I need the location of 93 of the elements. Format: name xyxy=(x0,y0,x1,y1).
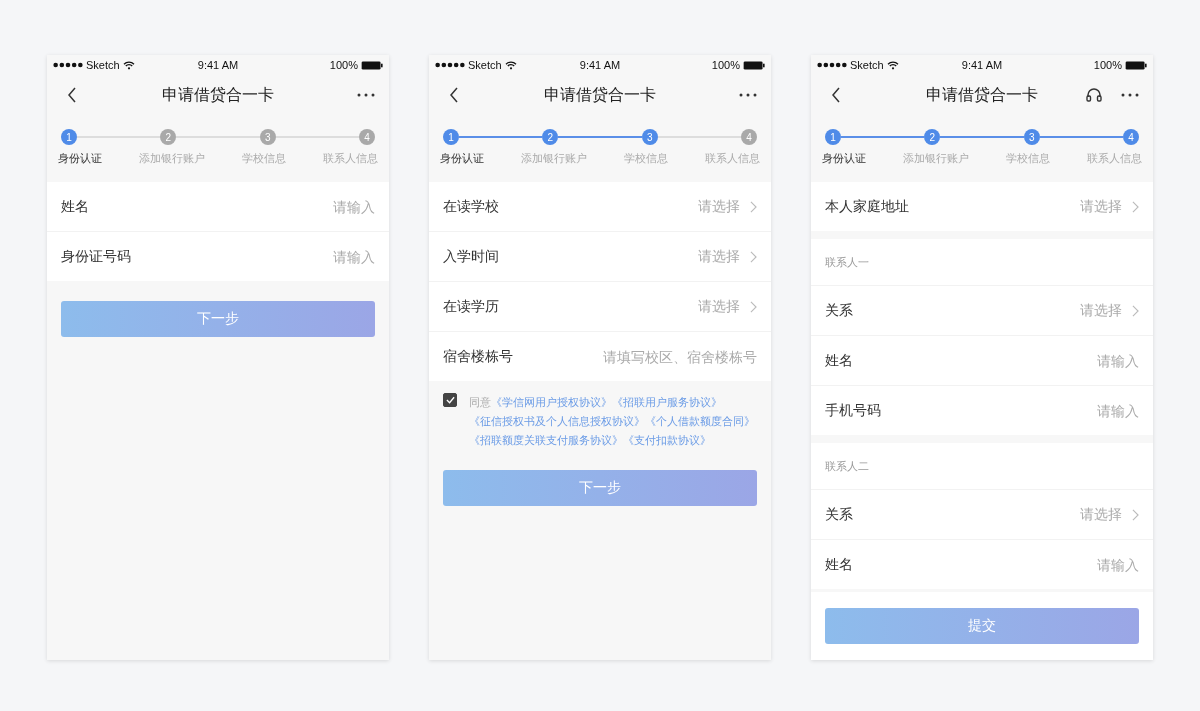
signal-icon xyxy=(435,62,465,68)
step-label: 身份认证 xyxy=(440,151,484,166)
step-number: 2 xyxy=(542,129,559,145)
step-label: 添加银行账户 xyxy=(139,151,205,166)
agreement-link[interactable]: 《支付扣款协议》 xyxy=(623,434,711,446)
step-label: 学校信息 xyxy=(624,151,668,166)
field-label: 在读学校 xyxy=(443,197,499,216)
agreement-link[interactable]: 《学信网用户授权协议》 xyxy=(491,396,612,408)
select-field[interactable]: 请选择 xyxy=(1080,505,1139,524)
select-field[interactable]: 请选择 xyxy=(698,247,757,266)
step-label: 学校信息 xyxy=(1006,151,1050,166)
field-label: 入学时间 xyxy=(443,247,499,266)
wifi-icon xyxy=(886,60,899,70)
step-label: 添加银行账户 xyxy=(521,151,587,166)
battery-icon xyxy=(1125,60,1147,70)
battery-icon xyxy=(743,60,765,70)
carrier-text: Sketch xyxy=(850,59,884,71)
step-number: 2 xyxy=(160,129,177,145)
page-title: 申请借贷合一卡 xyxy=(544,84,656,105)
input-field[interactable]: 请输入 xyxy=(949,556,1139,573)
signal-icon xyxy=(53,62,83,68)
field-label: 本人家庭地址 xyxy=(825,197,909,216)
step-number: 2 xyxy=(924,129,941,145)
step-number: 4 xyxy=(1123,129,1139,145)
section-header: 联系人一 xyxy=(811,239,1153,286)
step-label: 身份认证 xyxy=(58,151,102,166)
headset-icon[interactable] xyxy=(1085,86,1103,104)
step-label: 联系人信息 xyxy=(705,151,760,166)
more-icon[interactable] xyxy=(357,93,375,97)
battery-icon xyxy=(361,60,383,70)
page-title: 申请借贷合一卡 xyxy=(926,84,1038,105)
chevron-icon xyxy=(750,250,757,263)
agreement-link[interactable]: 《招联额度关联支付服务协议》 xyxy=(469,434,623,446)
step-label: 联系人信息 xyxy=(1087,151,1142,166)
battery-percent: 100% xyxy=(1093,59,1122,71)
field-label: 姓名 xyxy=(825,351,853,370)
signal-icon xyxy=(817,62,847,68)
step-number: 4 xyxy=(741,129,757,145)
checkmark-icon xyxy=(445,396,455,404)
carrier-text: Sketch xyxy=(86,59,120,71)
step-number: 1 xyxy=(443,129,459,145)
wifi-icon xyxy=(122,60,135,70)
step-label: 学校信息 xyxy=(242,151,286,166)
step-label: 联系人信息 xyxy=(323,151,378,166)
select-field[interactable]: 请选择 xyxy=(1080,197,1139,216)
back-icon[interactable] xyxy=(449,87,459,103)
step-number: 3 xyxy=(1023,129,1040,145)
field-label: 宿舍楼栋号 xyxy=(443,347,513,366)
field-label: 关系 xyxy=(825,301,853,320)
step-number: 1 xyxy=(61,129,77,145)
battery-percent: 100% xyxy=(329,59,358,71)
status-time: 9:41 AM xyxy=(196,59,240,71)
select-field[interactable]: 请选择 xyxy=(1080,301,1139,320)
more-icon[interactable] xyxy=(739,93,757,97)
step-label: 添加银行账户 xyxy=(903,151,969,166)
status-time: 9:41 AM xyxy=(960,59,1004,71)
input-field[interactable]: 请输入 xyxy=(185,248,375,265)
agreement-link[interactable]: 《征信授权书及个人信息授权协议》 xyxy=(469,415,645,427)
input-field[interactable]: 请输入 xyxy=(185,198,375,215)
select-field[interactable]: 请选择 xyxy=(698,297,757,316)
input-field[interactable]: 请输入 xyxy=(949,402,1139,419)
wifi-icon xyxy=(504,60,517,70)
agreement-checkbox[interactable] xyxy=(443,393,457,407)
chevron-icon xyxy=(750,300,757,313)
chevron-icon xyxy=(1132,304,1139,317)
back-icon[interactable] xyxy=(831,87,841,103)
field-label: 身份证号码 xyxy=(61,247,131,266)
step-number: 3 xyxy=(641,129,658,145)
status-time: 9:41 AM xyxy=(578,59,622,71)
input-field[interactable]: 请填写校区、宿舍楼栋号 xyxy=(567,348,757,365)
field-label: 姓名 xyxy=(61,197,89,216)
agreement-text: 同意 xyxy=(469,396,491,408)
field-label: 在读学历 xyxy=(443,297,499,316)
field-label: 手机号码 xyxy=(825,401,881,420)
section-header: 联系人二 xyxy=(811,443,1153,490)
agreement-link[interactable]: 《个人借款额度合同》 xyxy=(645,415,755,427)
carrier-text: Sketch xyxy=(468,59,502,71)
battery-percent: 100% xyxy=(711,59,740,71)
chevron-icon xyxy=(750,200,757,213)
select-field[interactable]: 请选择 xyxy=(698,197,757,216)
chevron-icon xyxy=(1132,508,1139,521)
step-label: 身份认证 xyxy=(822,151,866,166)
step-number: 1 xyxy=(825,129,841,145)
field-label: 关系 xyxy=(825,505,853,524)
page-title: 申请借贷合一卡 xyxy=(162,84,274,105)
back-icon[interactable] xyxy=(67,87,77,103)
chevron-icon xyxy=(1132,200,1139,213)
step-number: 3 xyxy=(259,129,276,145)
input-field[interactable]: 请输入 xyxy=(949,352,1139,369)
more-icon[interactable] xyxy=(1121,93,1139,97)
agreement-link[interactable]: 《招联用户服务协议》 xyxy=(612,396,722,408)
field-label: 姓名 xyxy=(825,555,853,574)
step-number: 4 xyxy=(359,129,375,145)
